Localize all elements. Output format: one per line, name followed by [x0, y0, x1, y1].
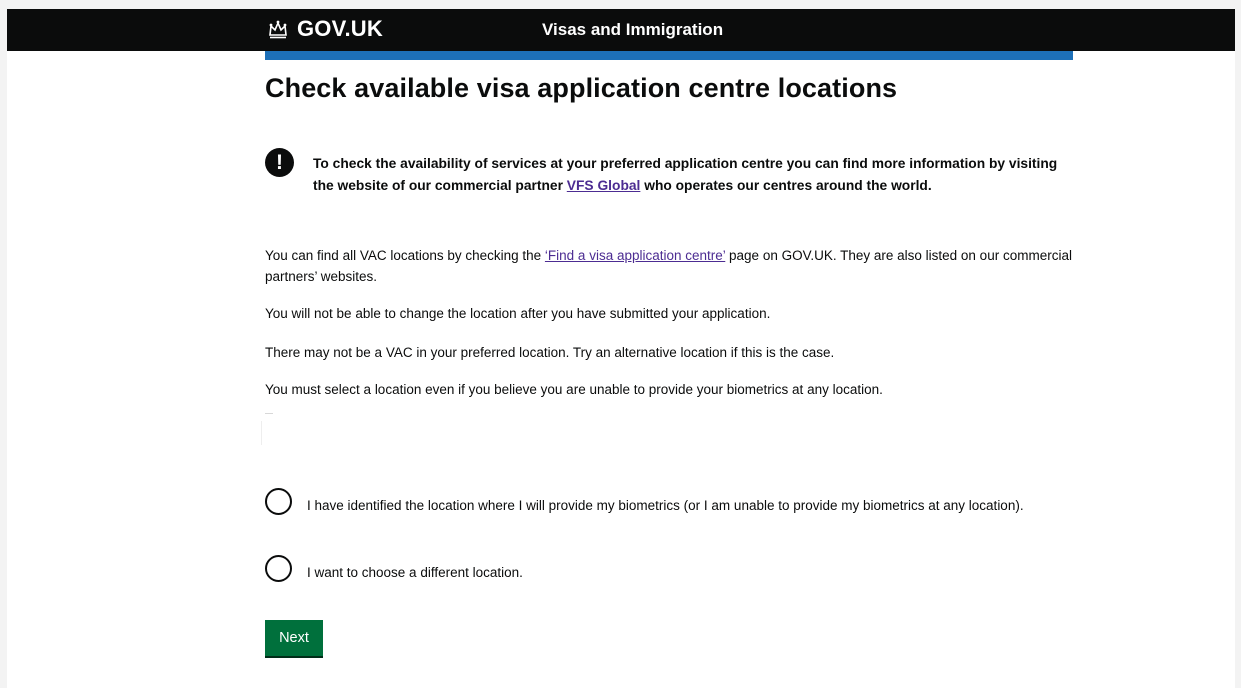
- vac-locations-paragraph: You can find all VAC locations by checki…: [265, 245, 1075, 287]
- service-name[interactable]: Visas and Immigration: [542, 20, 723, 40]
- warning-text-after-link: who operates our centres around the worl…: [640, 178, 932, 193]
- vfs-global-link[interactable]: VFS Global: [567, 178, 641, 193]
- radio-option-identified-location[interactable]: I have identified the location where I w…: [265, 488, 1047, 516]
- crown-icon: [267, 18, 289, 40]
- site-header: GOV.UK Visas and Immigration: [7, 9, 1235, 51]
- govuk-logo-link[interactable]: GOV.UK: [267, 16, 383, 42]
- radio-button[interactable]: [265, 555, 292, 582]
- radio-button[interactable]: [265, 488, 292, 515]
- logo-text: GOV.UK: [297, 16, 383, 41]
- radio-label[interactable]: I have identified the location where I w…: [307, 495, 1047, 516]
- divider: [261, 421, 262, 445]
- top-strip: [0, 0, 1241, 9]
- page: GOV.UK Visas and Immigration Check avail…: [7, 9, 1235, 688]
- divider: [265, 413, 273, 414]
- must-select-paragraph: You must select a location even if you b…: [265, 382, 883, 397]
- location-change-paragraph: You will not be able to change the locat…: [265, 306, 771, 321]
- exclamation-icon: !: [265, 148, 294, 177]
- page-title: Check available visa application centre …: [265, 73, 898, 103]
- find-visa-centre-link[interactable]: ‘Find a visa application centre’: [545, 248, 725, 263]
- next-button[interactable]: Next: [265, 620, 323, 656]
- radio-option-different-location[interactable]: I want to choose a different location.: [265, 555, 1047, 583]
- radio-label[interactable]: I want to choose a different location.: [307, 562, 1047, 583]
- paragraph-text-before-link: You can find all VAC locations by checki…: [265, 248, 545, 263]
- header-accent-bar: [265, 51, 1073, 60]
- warning-callout: ! To check the availability of services …: [265, 148, 1065, 197]
- alternative-location-paragraph: There may not be a VAC in your preferred…: [265, 345, 835, 360]
- warning-text: To check the availability of services at…: [313, 153, 1065, 197]
